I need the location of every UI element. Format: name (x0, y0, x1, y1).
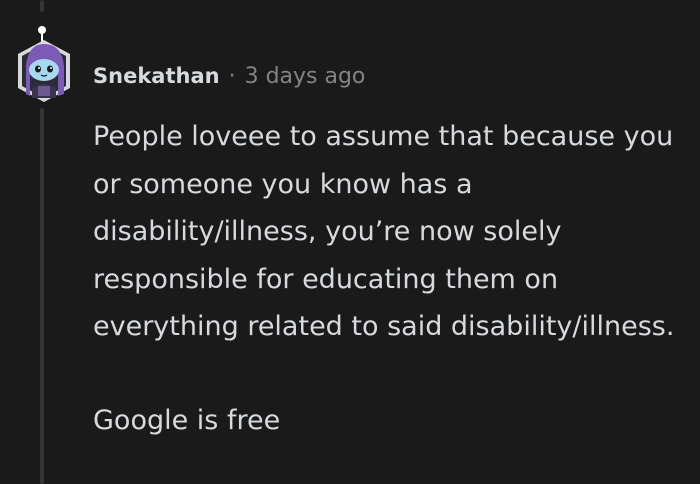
comment-header: Snekathan · 3 days ago (93, 58, 365, 94)
comment-body: People loveee to assume that because you… (93, 113, 683, 444)
meta-separator: · (228, 63, 236, 89)
comment-timestamp[interactable]: 3 days ago (245, 64, 366, 89)
user-avatar[interactable] (14, 18, 74, 108)
comment-paragraph: Google is free (93, 404, 281, 436)
author-username[interactable]: Snekathan (93, 64, 220, 88)
comment-thread-line[interactable] (40, 108, 44, 484)
comment-paragraph: People loveee to assume that because you… (93, 121, 675, 342)
snoo-avatar-icon (18, 26, 70, 102)
thread-line-top[interactable] (40, 0, 44, 12)
